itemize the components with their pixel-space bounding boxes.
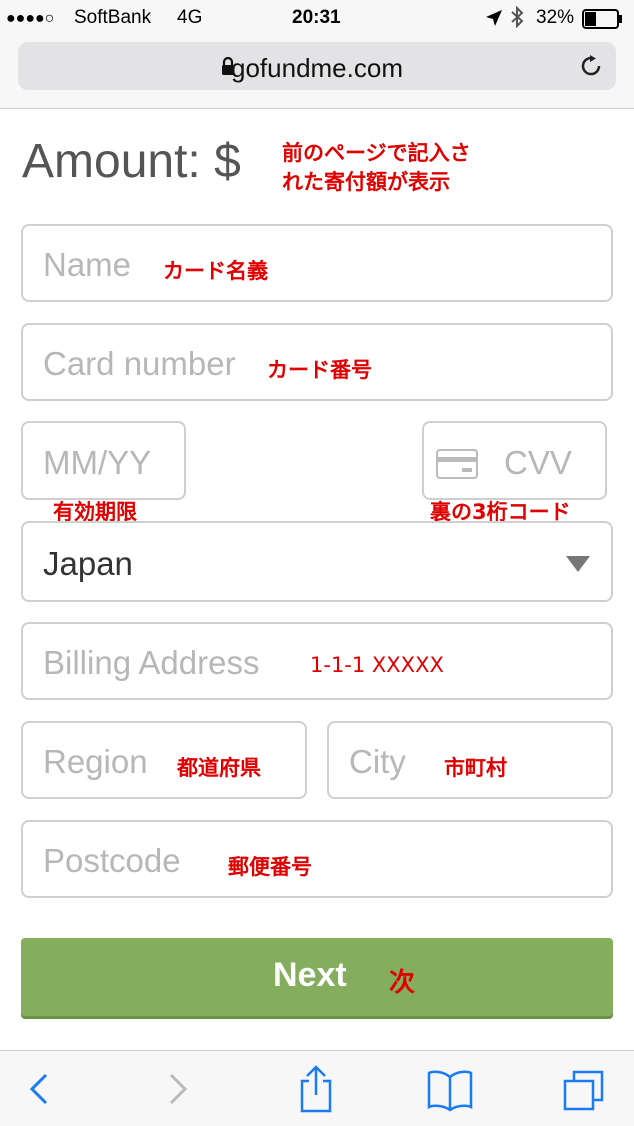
postcode-field[interactable]: Postcode 郵便番号 (21, 820, 613, 898)
name-field[interactable]: Name カード名義 (21, 224, 613, 302)
credit-card-icon (436, 449, 478, 484)
url-text: gofundme.com (231, 53, 403, 83)
expiry-field[interactable]: MM/YY (21, 421, 186, 500)
card-number-note: カード番号 (267, 358, 372, 382)
amount-note-line1: 前のページで記入さ (282, 141, 471, 165)
back-chevron-icon[interactable] (20, 1065, 70, 1113)
bluetooth-icon (509, 5, 525, 33)
forward-chevron-icon[interactable] (157, 1065, 207, 1113)
region-note: 都道府県 (177, 756, 261, 780)
card-number-placeholder: Card number (43, 345, 236, 382)
next-button[interactable]: Next 次 (21, 938, 613, 1016)
browser-toolbar (0, 1050, 634, 1126)
address-bar[interactable]: gofundme.com (18, 42, 616, 90)
status-bar: ●●●●○ SoftBank 4G 20:31 32% (0, 0, 634, 36)
country-select[interactable]: Japan (21, 521, 613, 602)
cvv-placeholder: CVV (504, 444, 572, 481)
billing-address-field[interactable]: Billing Address 1-1-1 XXXXX (21, 622, 613, 700)
billing-address-note: 1-1-1 XXXXX (310, 653, 444, 677)
network-type: 4G (177, 7, 203, 28)
share-icon[interactable] (294, 1065, 344, 1113)
city-placeholder: City (349, 743, 406, 780)
billing-address-placeholder: Billing Address (43, 644, 260, 681)
signal-strength: ●●●●○ (6, 10, 55, 27)
postcode-note: 郵便番号 (228, 855, 312, 879)
dropdown-triangle-icon (566, 556, 590, 577)
name-note: カード名義 (163, 259, 268, 283)
name-placeholder: Name (43, 246, 132, 283)
reload-icon[interactable] (578, 53, 604, 84)
carrier-name: SoftBank (74, 7, 152, 28)
next-button-label: Next (273, 956, 347, 994)
city-note: 市町村 (444, 756, 507, 780)
location-arrow-icon (485, 9, 503, 32)
amount-label: Amount: $ (22, 135, 241, 188)
country-value: Japan (43, 545, 133, 582)
city-field[interactable]: City 市町村 (327, 721, 613, 799)
expiry-placeholder: MM/YY (43, 444, 152, 481)
tabs-icon[interactable] (560, 1065, 610, 1113)
postcode-placeholder: Postcode (43, 842, 181, 879)
bookmarks-icon[interactable] (425, 1065, 475, 1113)
region-field[interactable]: Region 都道府県 (21, 721, 307, 799)
cvv-field[interactable]: CVV (422, 421, 607, 500)
battery-percent: 32% (536, 7, 575, 28)
clock: 20:31 (292, 7, 341, 28)
next-note: 次 (389, 968, 416, 998)
battery-icon (582, 9, 624, 34)
amount-note-line2: れた寄付額が表示 (282, 170, 450, 194)
card-number-field[interactable]: Card number カード番号 (21, 323, 613, 401)
region-placeholder: Region (43, 743, 148, 780)
